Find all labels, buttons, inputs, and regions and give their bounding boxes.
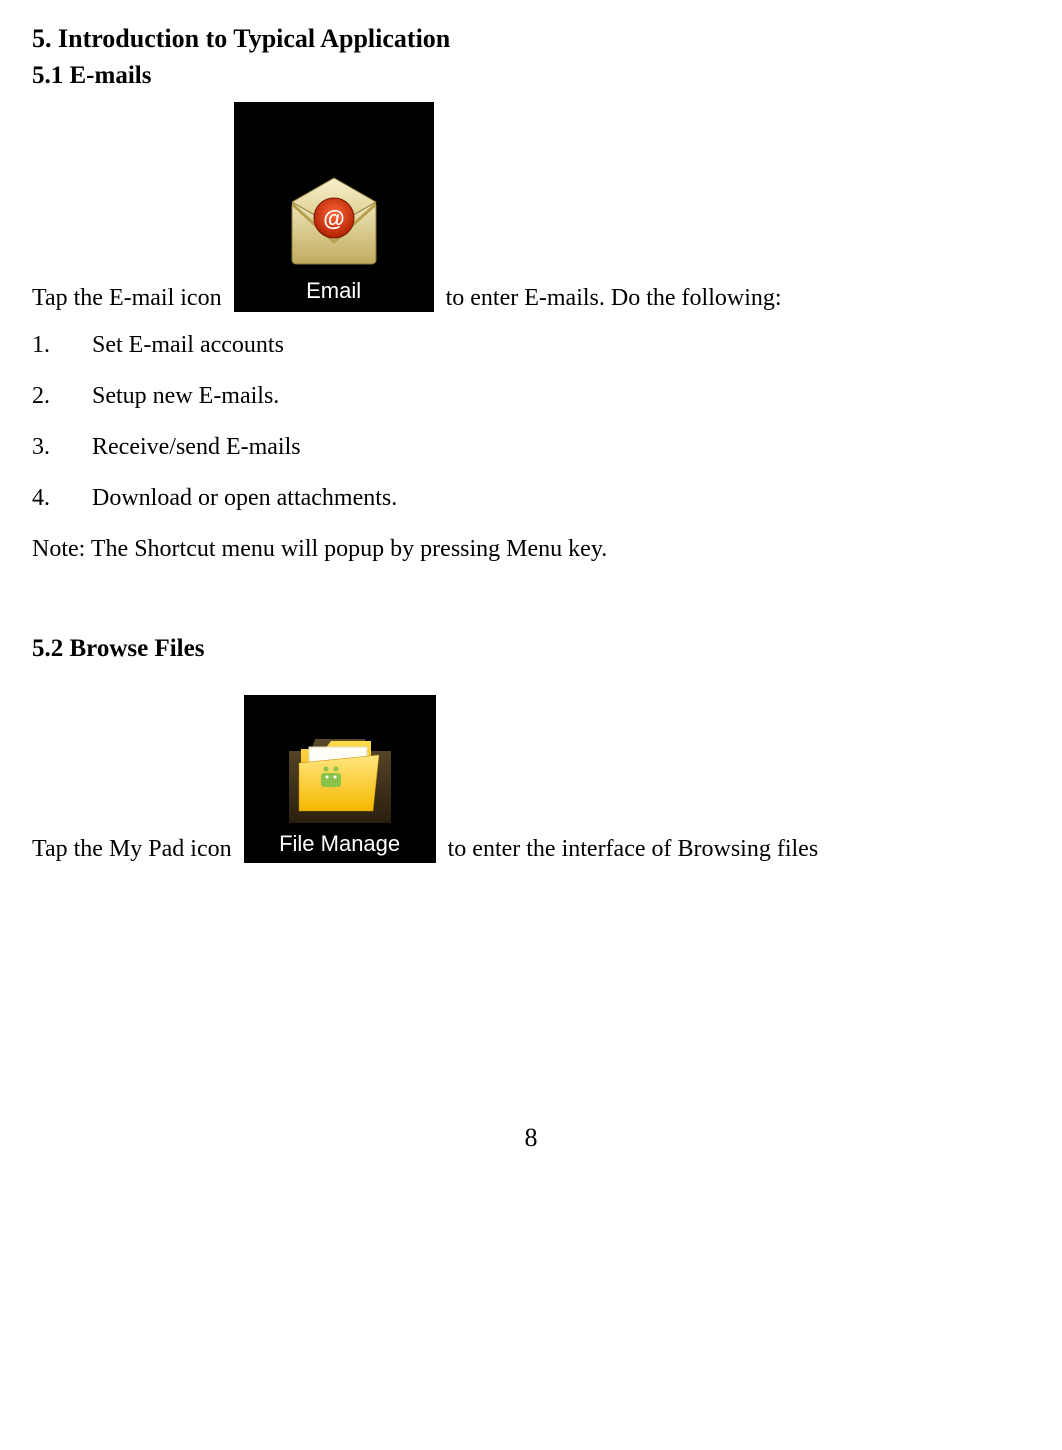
para-text-after: to enter E-mails. Do the following: (446, 285, 782, 312)
list-item: 1. Set E-mail accounts (32, 332, 1030, 359)
email-steps-list: 1. Set E-mail accounts 2. Setup new E-mail… (32, 332, 1030, 512)
email-app-icon: @ Email (234, 102, 434, 312)
section-5-heading: 5. Introduction to Typical Application (32, 24, 1030, 54)
section-5-2-heading: 5.2 Browse Files (32, 635, 1030, 663)
filemanage-icon-label: File Manage (279, 831, 400, 857)
list-num: 2. (32, 383, 56, 410)
para-text-before-file: Tap the My Pad icon (32, 836, 232, 863)
filemanage-app-icon: File Manage (244, 695, 436, 863)
list-item: 3. Receive/send E-mails (32, 434, 1030, 461)
section-5-1-heading: 5.1 E-mails (32, 62, 1030, 90)
list-text: Setup new E-mails. (92, 383, 279, 410)
email-envelope-icon: @ (284, 172, 384, 272)
list-num: 3. (32, 434, 56, 461)
note-text: Note: The Shortcut menu will popup by pr… (32, 536, 1030, 563)
para-text-before: Tap the E-mail icon (32, 285, 222, 312)
list-item: 4. Download or open attachments. (32, 485, 1030, 512)
list-text: Set E-mail accounts (92, 332, 284, 359)
page-number: 8 (32, 1123, 1030, 1153)
svg-text:@: @ (323, 206, 344, 231)
file-icon-paragraph: Tap the My Pad icon (32, 695, 1030, 863)
list-text: Download or open attachments. (92, 485, 397, 512)
list-num: 1. (32, 332, 56, 359)
folder-icon (285, 727, 395, 827)
email-icon-label: Email (306, 278, 361, 304)
list-num: 4. (32, 485, 56, 512)
list-text: Receive/send E-mails (92, 434, 301, 461)
para-text-after-file: to enter the interface of Browsing files (448, 836, 819, 863)
email-icon-paragraph: Tap the E-mail icon @ (32, 102, 1030, 312)
list-item: 2. Setup new E-mails. (32, 383, 1030, 410)
